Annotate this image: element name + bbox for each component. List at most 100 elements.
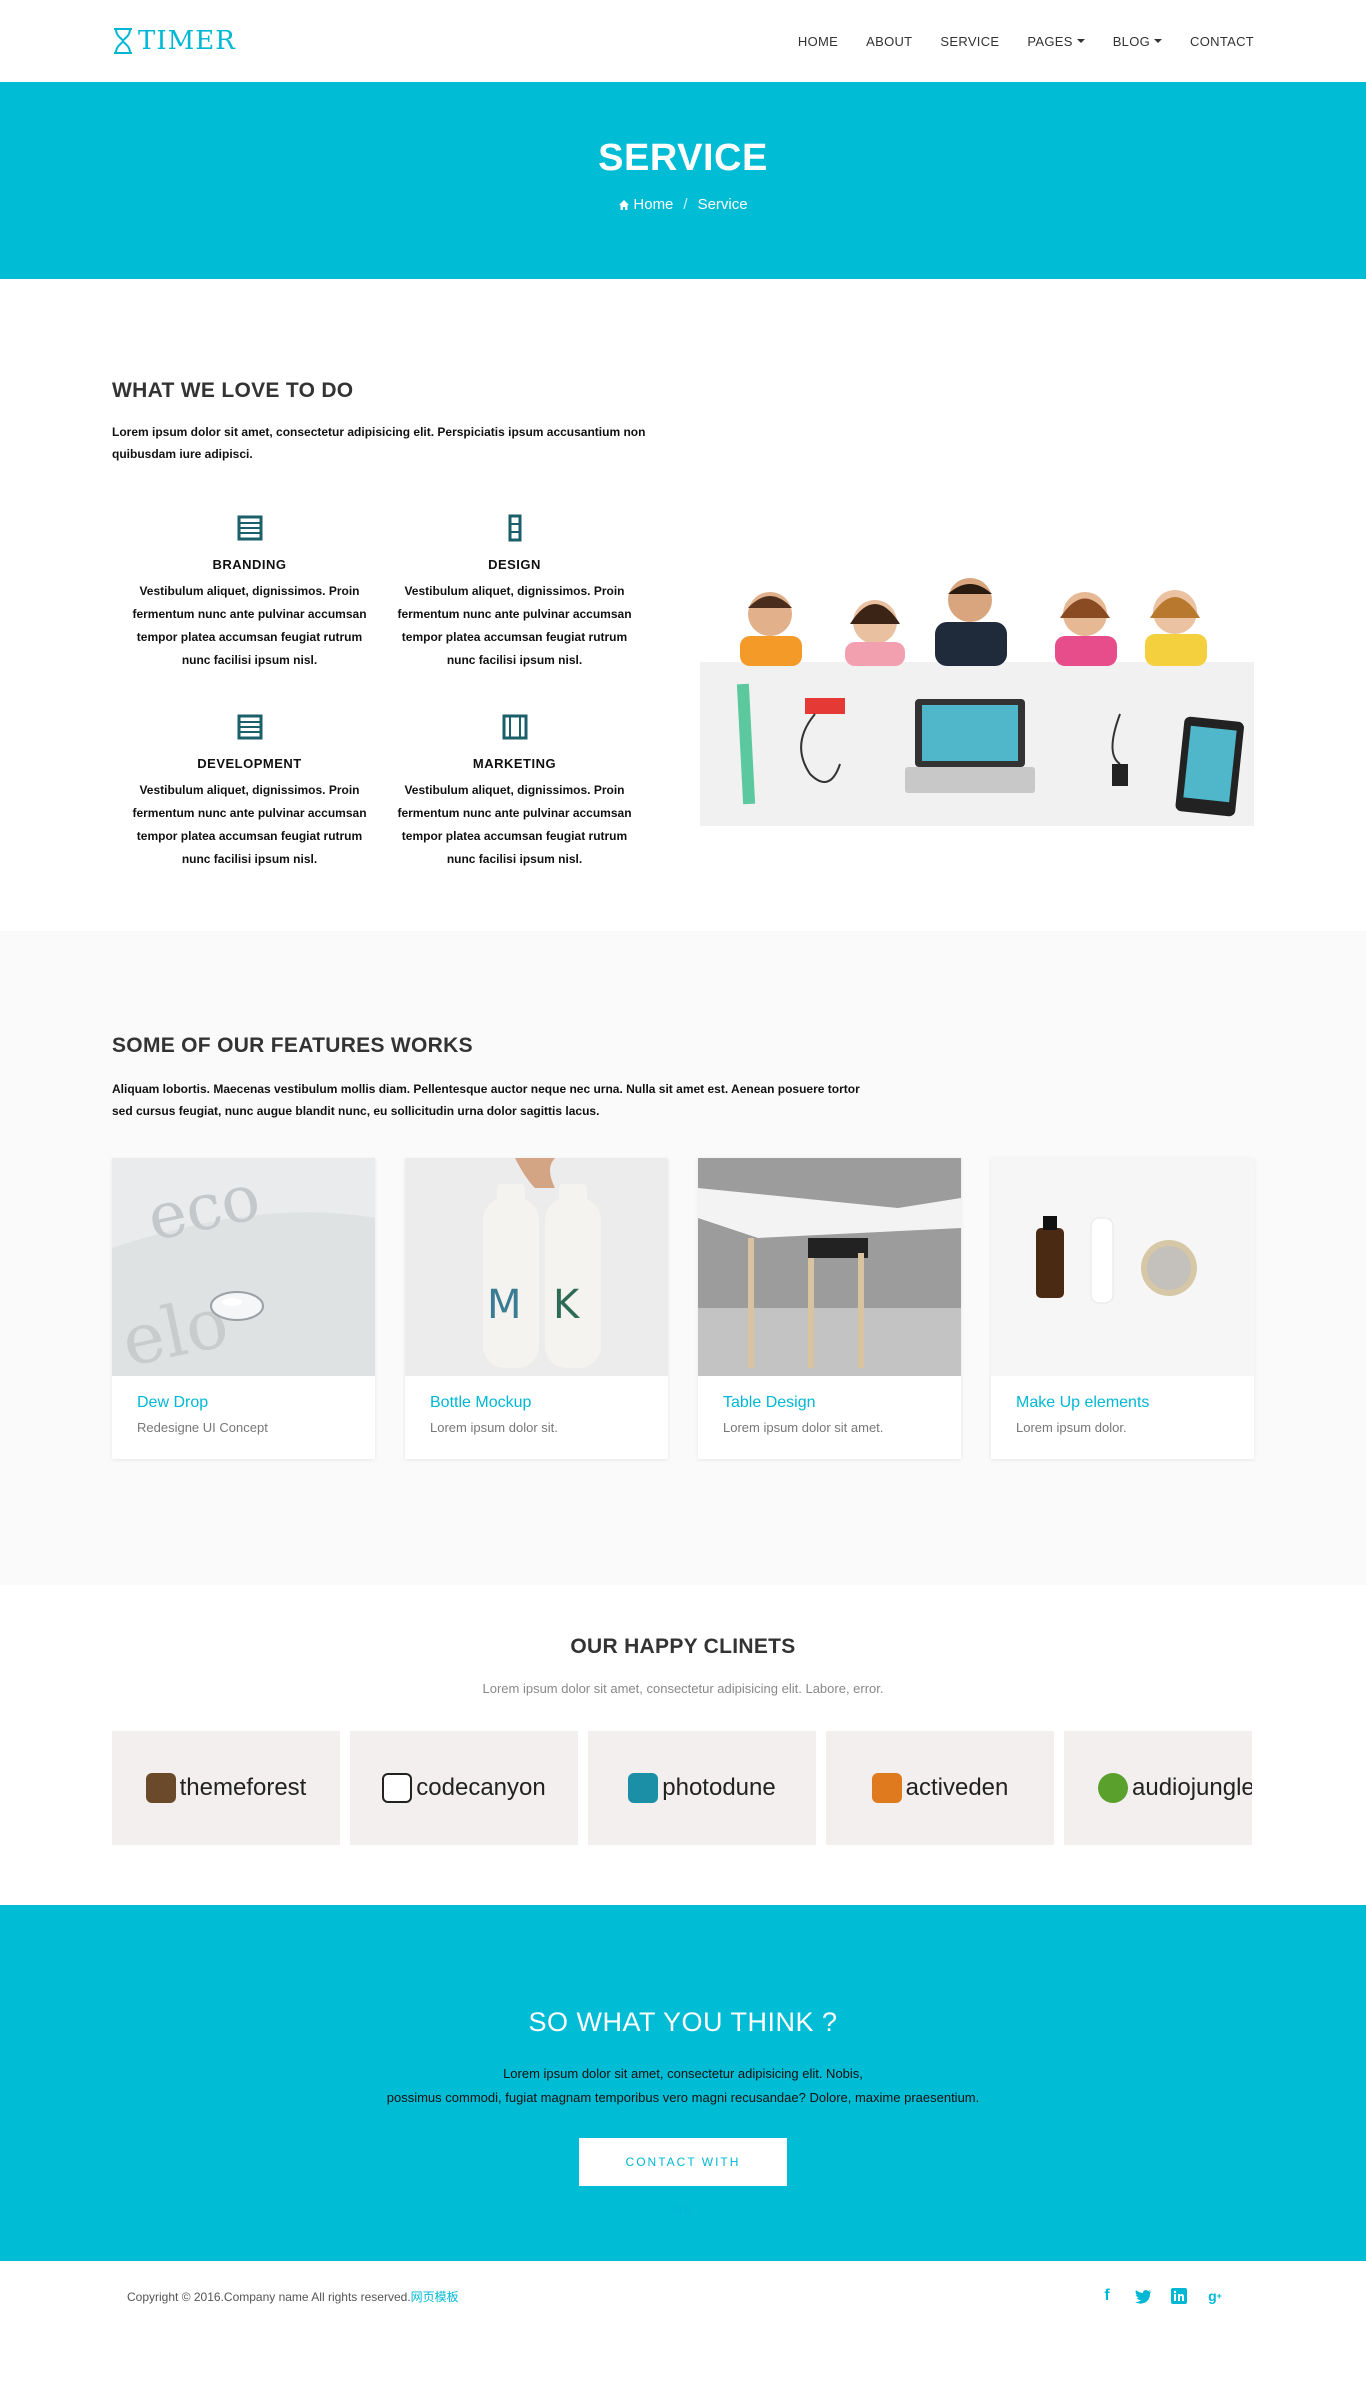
service-title: DESIGN — [488, 557, 541, 572]
nav-service[interactable]: SERVICE — [926, 34, 1013, 49]
hourglass-icon — [114, 28, 132, 54]
client-name: audiojungle — [1132, 1774, 1252, 1801]
love-title: WHAT WE LOVE TO DO — [112, 379, 354, 402]
breadcrumb: Home / Service — [0, 196, 1366, 213]
work-image-dew-drop: eco elo — [112, 1158, 375, 1376]
work-title[interactable]: Table Design — [723, 1394, 936, 1412]
svg-text:K: K — [553, 1282, 581, 1328]
cta-text: Lorem ipsum dolor sit amet, consectetur … — [0, 2062, 1366, 2110]
work-title[interactable]: Dew Drop — [137, 1394, 350, 1412]
team-image — [700, 574, 1254, 826]
client-logo-activeden[interactable]: activeden — [826, 1731, 1054, 1845]
love-content: WHAT WE LOVE TO DO Lorem ipsum dolor sit… — [112, 379, 652, 871]
breadcrumb-separator: / — [683, 196, 688, 213]
work-card[interactable]: M K Bottle Mockup Lorem ipsum dolor sit. — [405, 1158, 668, 1459]
work-desc: Lorem ipsum dolor sit amet. — [723, 1420, 884, 1435]
service-title: MARKETING — [472, 756, 557, 771]
nav-pages[interactable]: PAGES — [1013, 34, 1098, 49]
service-item: BRANDING Vestibulum aliquet, dignissimos… — [132, 513, 367, 672]
facebook-icon[interactable]: f — [1098, 2287, 1116, 2305]
service-text: Vestibulum aliquet, dignissimos. Proin f… — [397, 783, 632, 866]
bottle-icon — [500, 513, 530, 543]
service-title: DEVELOPMENT — [197, 756, 302, 771]
client-logo-audiojungle[interactable]: audiojungle — [1064, 1731, 1252, 1845]
works-list: eco elo Dew Drop Redesigne UI Concept M … — [112, 1158, 1254, 1459]
clients-section: OUR HAPPY CLINETS Lorem ipsum dolor sit … — [0, 1585, 1366, 1905]
work-card[interactable]: eco elo Dew Drop Redesigne UI Concept — [112, 1158, 375, 1459]
themeforest-icon — [145, 1773, 176, 1803]
activeden-icon — [871, 1773, 902, 1803]
nav-service-label: SERVICE — [940, 33, 1000, 49]
client-logo-codecanyon[interactable]: codecanyon — [350, 1731, 578, 1845]
breadcrumb-home[interactable]: Home — [618, 196, 673, 213]
client-logo-photodune[interactable]: photodune — [588, 1731, 816, 1845]
nav-about[interactable]: ABOUT — [852, 34, 926, 49]
copyright-text: Copyright © 2016.Company name All rights… — [127, 2289, 411, 2304]
main-nav: HOME ABOUT SERVICE PAGES BLOG CONTACT — [784, 34, 1254, 49]
copyright-link[interactable]: 网页模板 — [411, 2290, 459, 2304]
client-name: photodune — [662, 1774, 776, 1801]
work-image-bottle-mockup: M K — [405, 1158, 668, 1376]
social-links: f g + — [1098, 2287, 1224, 2305]
copyright: Copyright © 2016.Company name All rights… — [127, 2288, 459, 2305]
features-title: SOME OF OUR FEATURES WORKS — [112, 1034, 473, 1057]
breadcrumb-home-label: Home — [633, 196, 674, 213]
caret-down-icon — [1154, 39, 1163, 43]
audiojungle-icon — [1098, 1773, 1128, 1803]
client-name: activeden — [905, 1774, 1009, 1801]
services-grid: BRANDING Vestibulum aliquet, dignissimos… — [112, 513, 652, 871]
brand-name: TIMER — [138, 26, 236, 56]
google-plus-icon[interactable]: g + — [1206, 2287, 1224, 2305]
love-section: WHAT WE LOVE TO DO Lorem ipsum dolor sit… — [0, 279, 1366, 931]
codecanyon-icon — [382, 1773, 413, 1803]
client-name: codecanyon — [416, 1774, 546, 1801]
cta-title: SO WHAT YOU THINK ? — [528, 2007, 838, 2037]
navbar: TIMER HOME ABOUT SERVICE PAGES BLOG CONT… — [0, 0, 1366, 82]
service-text: Vestibulum aliquet, dignissimos. Proin f… — [132, 584, 367, 667]
home-icon — [619, 199, 630, 210]
clients-title: OUR HAPPY CLINETS — [570, 1635, 796, 1658]
work-desc: Lorem ipsum dolor. — [1016, 1420, 1127, 1435]
client-logo-themeforest[interactable]: themeforest — [112, 1731, 340, 1845]
film-icon — [500, 712, 530, 742]
service-text: Vestibulum aliquet, dignissimos. Proin f… — [132, 783, 367, 866]
work-desc: Redesigne UI Concept — [137, 1420, 268, 1435]
service-item: DESIGN Vestibulum aliquet, dignissimos. … — [397, 513, 632, 672]
work-title[interactable]: Bottle Mockup — [430, 1394, 643, 1412]
work-title[interactable]: Make Up elements — [1016, 1394, 1229, 1412]
service-item: MARKETING Vestibulum aliquet, dignissimo… — [397, 712, 632, 871]
contact-button[interactable]: CONTACT WITH ME — [579, 2138, 787, 2217]
work-card[interactable]: Table Design Lorem ipsum dolor sit amet. — [698, 1158, 961, 1459]
work-image-make-up-elements — [991, 1158, 1254, 1376]
nav-contact[interactable]: CONTACT — [1176, 34, 1254, 49]
caret-down-icon — [1076, 39, 1085, 43]
nav-pages-label: PAGES — [1027, 33, 1073, 49]
love-lead: Lorem ipsum dolor sit amet, consectetur … — [112, 425, 646, 461]
service-item: DEVELOPMENT Vestibulum aliquet, dignissi… — [132, 712, 367, 871]
client-logos: themeforest codecanyon photodune actived… — [112, 1731, 1254, 1845]
page-banner: SERVICE Home / Service — [0, 82, 1366, 279]
nav-contact-label: CONTACT — [1190, 33, 1254, 49]
nav-home-label: HOME — [797, 33, 839, 49]
features-lead: Aliquam lobortis. Maecenas vestibulum mo… — [112, 1082, 860, 1118]
photodune-icon — [628, 1773, 659, 1803]
client-name: themeforest — [179, 1774, 307, 1801]
twitter-icon[interactable] — [1134, 2287, 1152, 2305]
svg-text:M: M — [487, 1282, 522, 1328]
work-card[interactable]: Make Up elements Lorem ipsum dolor. — [991, 1158, 1254, 1459]
nav-about-label: ABOUT — [866, 33, 913, 49]
work-image-table-design — [698, 1158, 961, 1376]
linkedin-icon[interactable] — [1170, 2287, 1188, 2305]
person-heads — [740, 578, 1207, 666]
service-title: BRANDING — [212, 557, 287, 572]
nav-home[interactable]: HOME — [784, 34, 852, 49]
breadcrumb-current: Service — [697, 196, 748, 213]
nav-blog[interactable]: BLOG — [1099, 34, 1176, 49]
cta-section: SO WHAT YOU THINK ? Lorem ipsum dolor si… — [0, 1905, 1366, 2261]
service-text: Vestibulum aliquet, dignissimos. Proin f… — [397, 584, 632, 667]
brand-logo[interactable]: TIMER — [112, 26, 236, 56]
features-section: SOME OF OUR FEATURES WORKS Aliquam lobor… — [0, 931, 1366, 1585]
work-desc: Lorem ipsum dolor sit. — [430, 1420, 558, 1435]
page-title: SERVICE — [598, 137, 768, 179]
book-icon — [235, 712, 265, 742]
